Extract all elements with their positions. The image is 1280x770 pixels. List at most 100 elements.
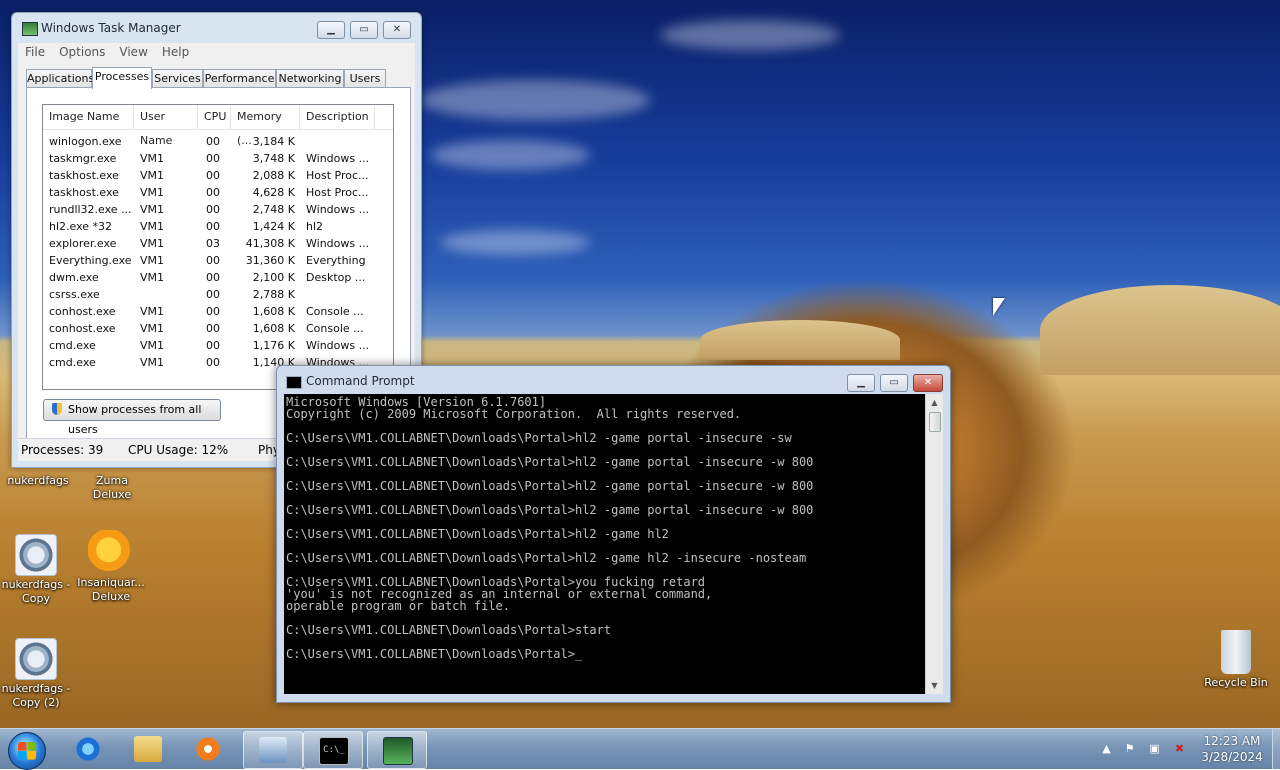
process-list[interactable]: Image Name User Name CPU Memory (... Des… xyxy=(42,104,394,390)
cell-user-name: VM1 xyxy=(140,339,165,352)
show-desktop-button[interactable] xyxy=(1272,729,1280,769)
cell-cpu: 00 xyxy=(206,288,220,301)
close-button[interactable]: ✕ xyxy=(383,21,411,39)
table-row[interactable]: taskmgr.exe VM1 00 3,748 K Windows ... xyxy=(43,150,393,167)
system-clock[interactable]: 12:23 AM 3/28/2024 xyxy=(1192,733,1272,765)
table-row[interactable]: Everything.exe VM1 00 31,360 K Everything xyxy=(43,252,393,269)
desktop-icon-zuma-deluxe[interactable]: Zuma Deluxe xyxy=(76,474,148,502)
scroll-down-arrow-icon[interactable]: ▼ xyxy=(926,677,943,694)
minimize-button[interactable]: ▁ xyxy=(317,21,345,39)
tab-users[interactable]: Users xyxy=(344,69,386,87)
show-hidden-icons-icon[interactable]: ▲ xyxy=(1100,743,1113,755)
column-cpu[interactable]: CPU xyxy=(198,105,231,129)
desktop-icon-label: nukerdfags - Copy xyxy=(1,578,71,605)
table-row[interactable]: taskhost.exe VM1 00 2,088 K Host Proc... xyxy=(43,167,393,184)
table-row[interactable]: winlogon.exe 00 3,184 K xyxy=(43,133,393,150)
table-row[interactable]: explorer.exe VM1 03 41,308 K Windows ... xyxy=(43,235,393,252)
menu-help[interactable]: Help xyxy=(155,43,196,61)
cell-memory: 2,088 K xyxy=(252,169,295,182)
desktop-icon-insaniquarium[interactable]: Insaniquar... Deluxe xyxy=(75,530,147,604)
taskbar-command-prompt[interactable]: C:\_ xyxy=(303,731,363,769)
cell-memory: 41,308 K xyxy=(245,237,295,250)
gear-icon xyxy=(15,534,57,576)
cell-cpu: 00 xyxy=(206,220,220,233)
table-row[interactable]: rundll32.exe ... VM1 00 2,748 K Windows ... xyxy=(43,201,393,218)
table-row[interactable]: taskhost.exe VM1 00 4,628 K Host Proc... xyxy=(43,184,393,201)
windows-logo-icon xyxy=(18,742,36,760)
folder-icon xyxy=(134,736,162,762)
desktop-icon-nukerdfags-copy[interactable]: nukerdfags - Copy xyxy=(0,534,72,606)
task-manager-icon xyxy=(383,737,413,765)
cell-memory: 1,424 K xyxy=(252,220,295,233)
network-icon[interactable]: ▣ xyxy=(1148,743,1161,755)
minimize-button[interactable]: ▁ xyxy=(847,374,875,392)
cell-memory: 2,748 K xyxy=(252,203,295,216)
show-all-processes-button[interactable]: Show processes from all users xyxy=(43,399,221,436)
cell-description: Everything xyxy=(306,254,366,267)
column-memory[interactable]: Memory (... xyxy=(231,105,300,147)
cell-image-name: winlogon.exe xyxy=(49,135,122,148)
table-row[interactable]: dwm.exe VM1 00 2,100 K Desktop ... xyxy=(43,269,393,286)
tab-services[interactable]: Services xyxy=(152,69,203,87)
cell-user-name: VM1 xyxy=(140,305,165,318)
command-prompt-window: Command Prompt ▁ ▭ ✕ Microsoft Windows [… xyxy=(276,365,951,703)
fish-icon xyxy=(88,530,134,574)
status-cpu-usage: CPU Usage: 12% xyxy=(128,443,229,457)
cell-image-name: rundll32.exe ... xyxy=(49,203,132,216)
control-panel-icon xyxy=(259,737,287,763)
cell-image-name: conhost.exe xyxy=(49,305,116,318)
cell-cpu: 00 xyxy=(206,305,220,318)
desktop-icon-recycle-bin[interactable]: Recycle Bin xyxy=(1200,630,1272,690)
close-button[interactable]: ✕ xyxy=(913,374,943,392)
cell-description: Host Proc... xyxy=(306,169,369,182)
tab-networking[interactable]: Networking xyxy=(276,69,344,87)
cell-image-name: explorer.exe xyxy=(49,237,117,250)
cell-cpu: 03 xyxy=(206,237,220,250)
start-button[interactable] xyxy=(8,732,46,770)
cell-user-name: VM1 xyxy=(140,254,165,267)
console-scrollbar[interactable]: ▲ ▼ xyxy=(925,394,943,694)
table-row[interactable]: hl2.exe *32 VM1 00 1,424 K hl2 xyxy=(43,218,393,235)
show-all-processes-label: Show processes from all users xyxy=(68,403,202,436)
table-row[interactable]: cmd.exe VM1 00 1,176 K Windows ... xyxy=(43,337,393,354)
taskbar-internet-explorer[interactable] xyxy=(59,731,117,767)
cell-cpu: 00 xyxy=(206,186,220,199)
desktop-icon-nukerdfags[interactable]: nukerdfags xyxy=(2,474,74,488)
menu-view[interactable]: View xyxy=(112,43,154,61)
table-row[interactable]: conhost.exe VM1 00 1,608 K Console ... xyxy=(43,303,393,320)
console-line: C:\Users\VM1.COLLABNET\Downloads\Portal>… xyxy=(286,527,669,541)
console-line: C:\Users\VM1.COLLABNET\Downloads\Portal>… xyxy=(286,623,612,637)
column-description[interactable]: Description xyxy=(300,105,375,129)
cell-description: Windows ... xyxy=(306,152,370,165)
column-user-name[interactable]: User Name xyxy=(134,105,198,147)
taskbar-explorer[interactable] xyxy=(119,731,177,767)
action-center-flag-icon[interactable]: ⚑ xyxy=(1123,743,1136,755)
taskbar-control-panel[interactable] xyxy=(243,731,303,769)
column-image-name[interactable]: Image Name xyxy=(43,105,134,129)
console-line: Copyright (c) 2009 Microsoft Corporation… xyxy=(286,407,742,421)
menu-file[interactable]: File xyxy=(18,43,52,61)
task-manager-titlebar[interactable]: Windows Task Manager ▁ ▭ ✕ xyxy=(12,13,421,43)
volume-muted-icon[interactable]: ✖ xyxy=(1173,743,1186,755)
taskbar-task-manager[interactable] xyxy=(367,731,427,769)
table-row[interactable]: csrss.exe 00 2,788 K xyxy=(43,286,393,303)
console-line: C:\Users\VM1.COLLABNET\Downloads\Portal>… xyxy=(286,551,807,565)
cmd-icon xyxy=(286,376,302,389)
taskbar-media-player[interactable] xyxy=(179,731,237,767)
tab-processes[interactable]: Processes xyxy=(92,67,152,89)
tab-applications[interactable]: Applications xyxy=(26,69,94,87)
scrollbar-thumb[interactable] xyxy=(929,412,941,432)
console-line: C:\Users\VM1.COLLABNET\Downloads\Portal>… xyxy=(286,431,792,445)
console-output[interactable]: Microsoft Windows [Version 6.1.7601] Copy… xyxy=(284,394,925,694)
maximize-button[interactable]: ▭ xyxy=(350,21,378,39)
desktop-icon-label: Recycle Bin xyxy=(1204,676,1268,689)
maximize-button[interactable]: ▭ xyxy=(880,374,908,392)
scroll-up-arrow-icon[interactable]: ▲ xyxy=(926,394,943,411)
tab-performance[interactable]: Performance xyxy=(203,69,276,87)
menu-options[interactable]: Options xyxy=(52,43,112,61)
cell-memory: 2,100 K xyxy=(252,271,295,284)
table-row[interactable]: conhost.exe VM1 00 1,608 K Console ... xyxy=(43,320,393,337)
cell-image-name: cmd.exe xyxy=(49,339,96,352)
cell-user-name: VM1 xyxy=(140,220,165,233)
desktop-icon-nukerdfags-copy-2[interactable]: nukerdfags - Copy (2) xyxy=(0,638,72,710)
